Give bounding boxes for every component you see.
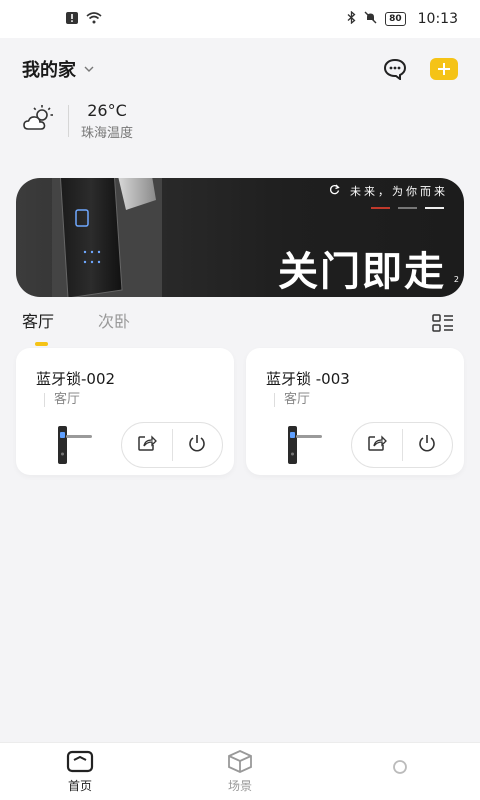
banner-slogan: 未来，为你而来 [329,183,448,199]
device-controls [121,422,223,468]
header: 我的家 [0,38,480,100]
nav-profile[interactable] [320,758,480,786]
chevron-down-icon [84,64,94,75]
banner-slogan-text: 未来，为你而来 [350,185,448,198]
partly-cloudy-icon [22,102,56,140]
header-actions [382,56,458,82]
nav-home[interactable]: 首页 [0,749,160,794]
refresh-icon [329,184,340,198]
active-tab-indicator [35,342,48,346]
status-left [66,11,102,27]
power-button[interactable] [403,423,453,467]
share-icon [137,434,157,456]
wifi-icon [86,11,102,27]
door-lock-icon [288,426,322,464]
status-bar: 80 10:13 [0,0,480,38]
door-lock-icon [58,426,92,464]
grid-view-icon[interactable] [432,314,454,332]
status-right: 80 10:13 [347,10,458,27]
banner-dot[interactable] [425,207,444,209]
share-button[interactable] [352,423,402,467]
cube-icon [228,750,252,773]
home-selector[interactable]: 我的家 [22,56,94,82]
smart-lock-image [52,178,162,297]
temperature-label: 珠海温度 [81,126,134,141]
add-device-button[interactable] [430,58,458,80]
power-button[interactable] [173,423,223,467]
status-time: 10:13 [417,11,458,27]
banner-dot[interactable] [398,207,417,209]
weather-divider [68,105,69,137]
device-controls [351,422,453,468]
device-room: 客厅 [44,393,80,407]
device-list: 蓝牙锁-002 客厅 蓝牙锁 -003 客厅 [16,348,464,475]
device-name: 蓝牙锁 -003 [266,370,350,388]
device-card[interactable]: 蓝牙锁 -003 客厅 [246,348,464,475]
tab-label: 客厅 [22,312,55,331]
device-card[interactable]: 蓝牙锁-002 客厅 [16,348,234,475]
banner-headline: 关门即走 [278,249,446,295]
banner-dot[interactable] [371,207,390,209]
tab-second-bedroom[interactable]: 次卧 [98,308,130,348]
nav-label: 首页 [67,779,92,793]
power-icon [188,434,206,456]
device-name: 蓝牙锁-002 [36,370,116,388]
home-name: 我的家 [22,60,76,81]
message-icon[interactable] [382,56,408,82]
share-button[interactable] [122,423,172,467]
battery-indicator: 80 [385,12,406,26]
bluetooth-icon [347,10,356,27]
nav-scenes[interactable]: 场景 [160,749,320,794]
banner-page-number: 2 [453,275,459,284]
weather-widget: 26°C 珠海温度 [22,100,133,142]
room-tabs: 客厅 次卧 [22,308,462,350]
tab-label: 次卧 [98,312,131,331]
power-icon [418,434,436,456]
temperature-value: 26°C [87,101,127,120]
device-room: 客厅 [274,393,310,407]
tab-living-room[interactable]: 客厅 [22,308,54,348]
banner-pagination [371,207,444,209]
weather-text: 26°C 珠海温度 [81,101,133,141]
promo-banner[interactable]: 未来，为你而来 关门即走 2 [16,178,464,297]
bottom-navigation: 首页 场景 [0,742,480,800]
home-icon [66,750,94,773]
nav-label: 场景 [227,779,252,793]
share-icon [367,434,387,456]
profile-icon [393,759,407,774]
alert-icon [66,11,78,27]
mute-bell-icon [364,11,377,27]
